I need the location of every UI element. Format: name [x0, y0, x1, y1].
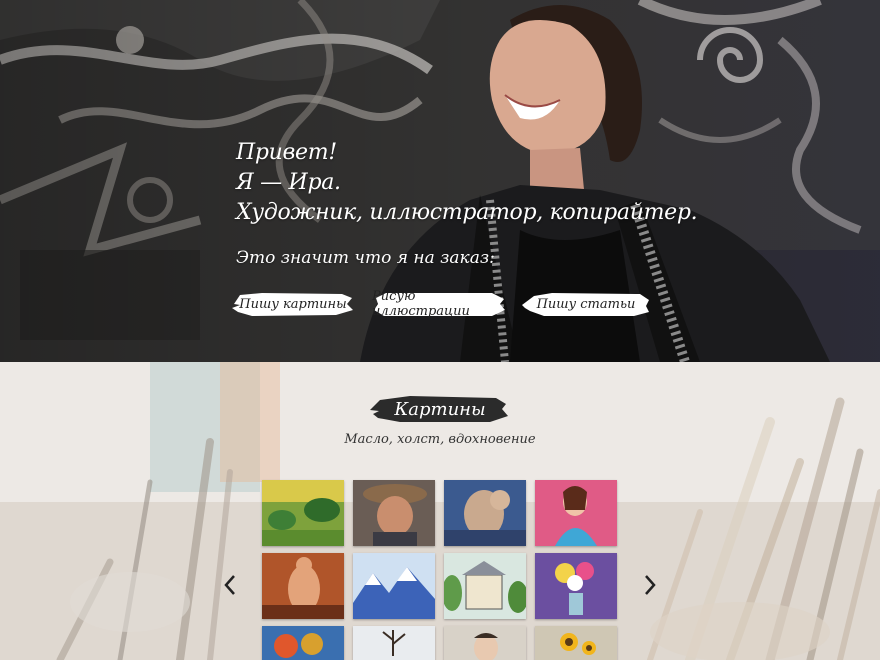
- painting-house-image: [444, 553, 526, 619]
- painting-thumbnail[interactable]: [535, 480, 617, 546]
- hero-greeting: Привет!: [236, 140, 337, 165]
- paintings-title-label: Картины: [394, 398, 486, 420]
- chevron-left-icon: [224, 575, 235, 595]
- painting-man-in-hat-image: [353, 480, 435, 546]
- painting-thumbnail[interactable]: [262, 626, 344, 660]
- painting-thumbnail[interactable]: [262, 553, 344, 619]
- hero-name: Я — Ира.: [236, 170, 341, 195]
- painting-thumbnail[interactable]: [444, 626, 526, 660]
- illustrations-button[interactable]: Рисую иллюстрации: [372, 289, 506, 319]
- paintings-section: Картины Масло, холст, вдохновение: [0, 362, 880, 660]
- painting-sunflowers-image: [535, 626, 617, 660]
- painting-thumbnail[interactable]: [535, 553, 617, 619]
- painting-mountains-image: [353, 553, 435, 619]
- paintings-button-label: Пишу картины: [239, 296, 347, 312]
- gallery-prev-button[interactable]: [221, 572, 239, 598]
- painting-woman-pink-image: [535, 480, 617, 546]
- articles-button[interactable]: Пишу статьи: [522, 290, 650, 318]
- painting-thumbnail[interactable]: [262, 480, 344, 546]
- hero-heading: Привет! Я — Ира. Художник, иллюстратор, …: [236, 138, 698, 228]
- painting-thumbnail[interactable]: [535, 626, 617, 660]
- hero-roles: Художник, иллюстратор, копирайтер.: [236, 200, 698, 225]
- painting-figures-image: [444, 480, 526, 546]
- painting-thumbnail[interactable]: [444, 480, 526, 546]
- hero-section: Привет! Я — Ира. Художник, иллюстратор, …: [0, 0, 880, 362]
- gallery-next-button[interactable]: [641, 572, 659, 598]
- articles-button-label: Пишу статьи: [536, 296, 636, 312]
- painting-flowers-vase-image: [535, 553, 617, 619]
- paintings-title: Картины: [370, 392, 510, 426]
- paintings-subtitle: Масло, холст, вдохновение: [344, 432, 536, 447]
- illustrations-button-label: Рисую иллюстрации: [372, 289, 470, 319]
- painting-nude-figure-image: [262, 553, 344, 619]
- paintings-button[interactable]: Пишу картины: [232, 290, 354, 318]
- hero-subtitle: Это значит что я на заказ:: [236, 248, 495, 268]
- painting-thumbnail[interactable]: [353, 626, 435, 660]
- painting-portrait-man-image: [444, 626, 526, 660]
- painting-winter-tree-image: [353, 626, 435, 660]
- chevron-right-icon: [645, 575, 656, 595]
- painting-thumbnail[interactable]: [353, 553, 435, 619]
- painting-thumbnail[interactable]: [444, 553, 526, 619]
- painting-landscape-green-image: [262, 480, 344, 546]
- painting-fruit-image: [262, 626, 344, 660]
- painting-thumbnail[interactable]: [353, 480, 435, 546]
